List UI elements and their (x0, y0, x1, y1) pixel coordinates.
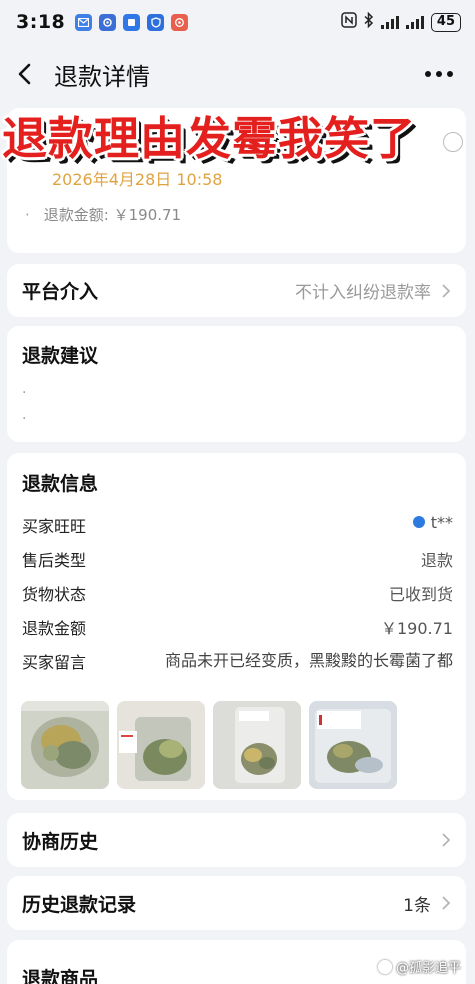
advice-bullet: · (22, 385, 27, 401)
evidence-photo[interactable] (21, 701, 109, 789)
nfc-icon (341, 12, 357, 32)
refund-records-row[interactable]: 历史退款记录 1条 (7, 876, 466, 930)
info-label: 售后类型 (22, 551, 87, 570)
chevron-right-icon (442, 283, 451, 298)
shield-app-icon (147, 13, 165, 31)
refund-amount-line: · 退款金额: ￥190.71 (25, 206, 182, 224)
chevron-right-icon (442, 896, 451, 910)
evidence-photo[interactable] (117, 701, 205, 789)
evidence-photo[interactable] (213, 701, 301, 789)
info-title: 退款信息 (22, 473, 99, 495)
bluetooth-icon (364, 11, 374, 32)
buyer-chat-icon (412, 515, 425, 528)
status-bar: 3:18 45 (0, 0, 475, 44)
info-label: 货物状态 (22, 585, 87, 604)
evidence-photo[interactable] (309, 701, 397, 789)
negotiation-history-row[interactable]: 协商历史 (7, 813, 466, 867)
buyer-id[interactable]: t** (412, 513, 453, 532)
info-row-message: 买家留言 商品未开已经变质，黑黢黢的长霉菌了都 (22, 649, 453, 673)
platform-title: 平台介入 (22, 281, 99, 303)
platform-value: 不计入纠纷退款率 (295, 283, 431, 303)
info-value: 已收到货 (388, 585, 453, 604)
battery-icon: 45 (430, 12, 461, 32)
settings-app-icon (99, 13, 117, 31)
overlay-date: 2026年4月28日 10:58 (52, 170, 223, 189)
history-title: 协商历史 (22, 830, 99, 853)
refund-advice-card: 退款建议 · · (7, 326, 466, 442)
status-time: 3:18 (16, 11, 66, 33)
info-label: 买家旺旺 (22, 517, 87, 536)
refund-info-card: 退款信息 买家旺旺 t** 售后类型 退款 货物状态 已收到货 退款金额 ￥19… (7, 453, 466, 800)
records-count: 1条 (403, 895, 431, 916)
signal-icon-2 (405, 15, 424, 29)
info-value: 退款 (420, 551, 453, 570)
mail-app-icon (75, 13, 93, 31)
info-label: 退款金额 (22, 619, 87, 638)
history-chevron-group (441, 832, 451, 848)
more-options-icon[interactable] (425, 71, 459, 77)
info-label: 买家留言 (22, 653, 87, 672)
page-title: 退款详情 (54, 62, 150, 91)
advice-title: 退款建议 (22, 345, 99, 367)
info-value: ￥190.71 (381, 619, 453, 638)
signal-icon (380, 15, 399, 29)
chevron-right-icon (442, 833, 451, 847)
records-value-group: 1条 (403, 891, 451, 916)
overlay-headline: 退款理由发霉我笑了 (2, 112, 417, 165)
records-title: 历史退款记录 (22, 893, 137, 916)
nav-bar: 退款详情 (0, 46, 475, 102)
info-row-type: 售后类型 退款 (22, 547, 453, 571)
message-app-icon (123, 13, 141, 31)
advice-bullet: · (22, 411, 27, 427)
status-right: 45 (341, 11, 461, 32)
watermark: @孤影追平 (377, 957, 461, 976)
buyer-message: 商品未开已经变质，黑黢黢的长霉菌了都 (164, 651, 453, 670)
watermark-logo-icon (377, 959, 392, 974)
platform-value-group: 不计入纠纷退款率 (295, 278, 451, 303)
platform-intervention-row[interactable]: 平台介入 不计入纠纷退款率 (7, 264, 466, 317)
back-arrow-icon[interactable] (16, 61, 42, 87)
info-row-goods-status: 货物状态 已收到货 (22, 581, 453, 605)
info-row-amount: 退款金额 ￥190.71 (22, 615, 453, 639)
play-icon (235, 515, 257, 543)
gallery-app-icon (171, 13, 189, 31)
